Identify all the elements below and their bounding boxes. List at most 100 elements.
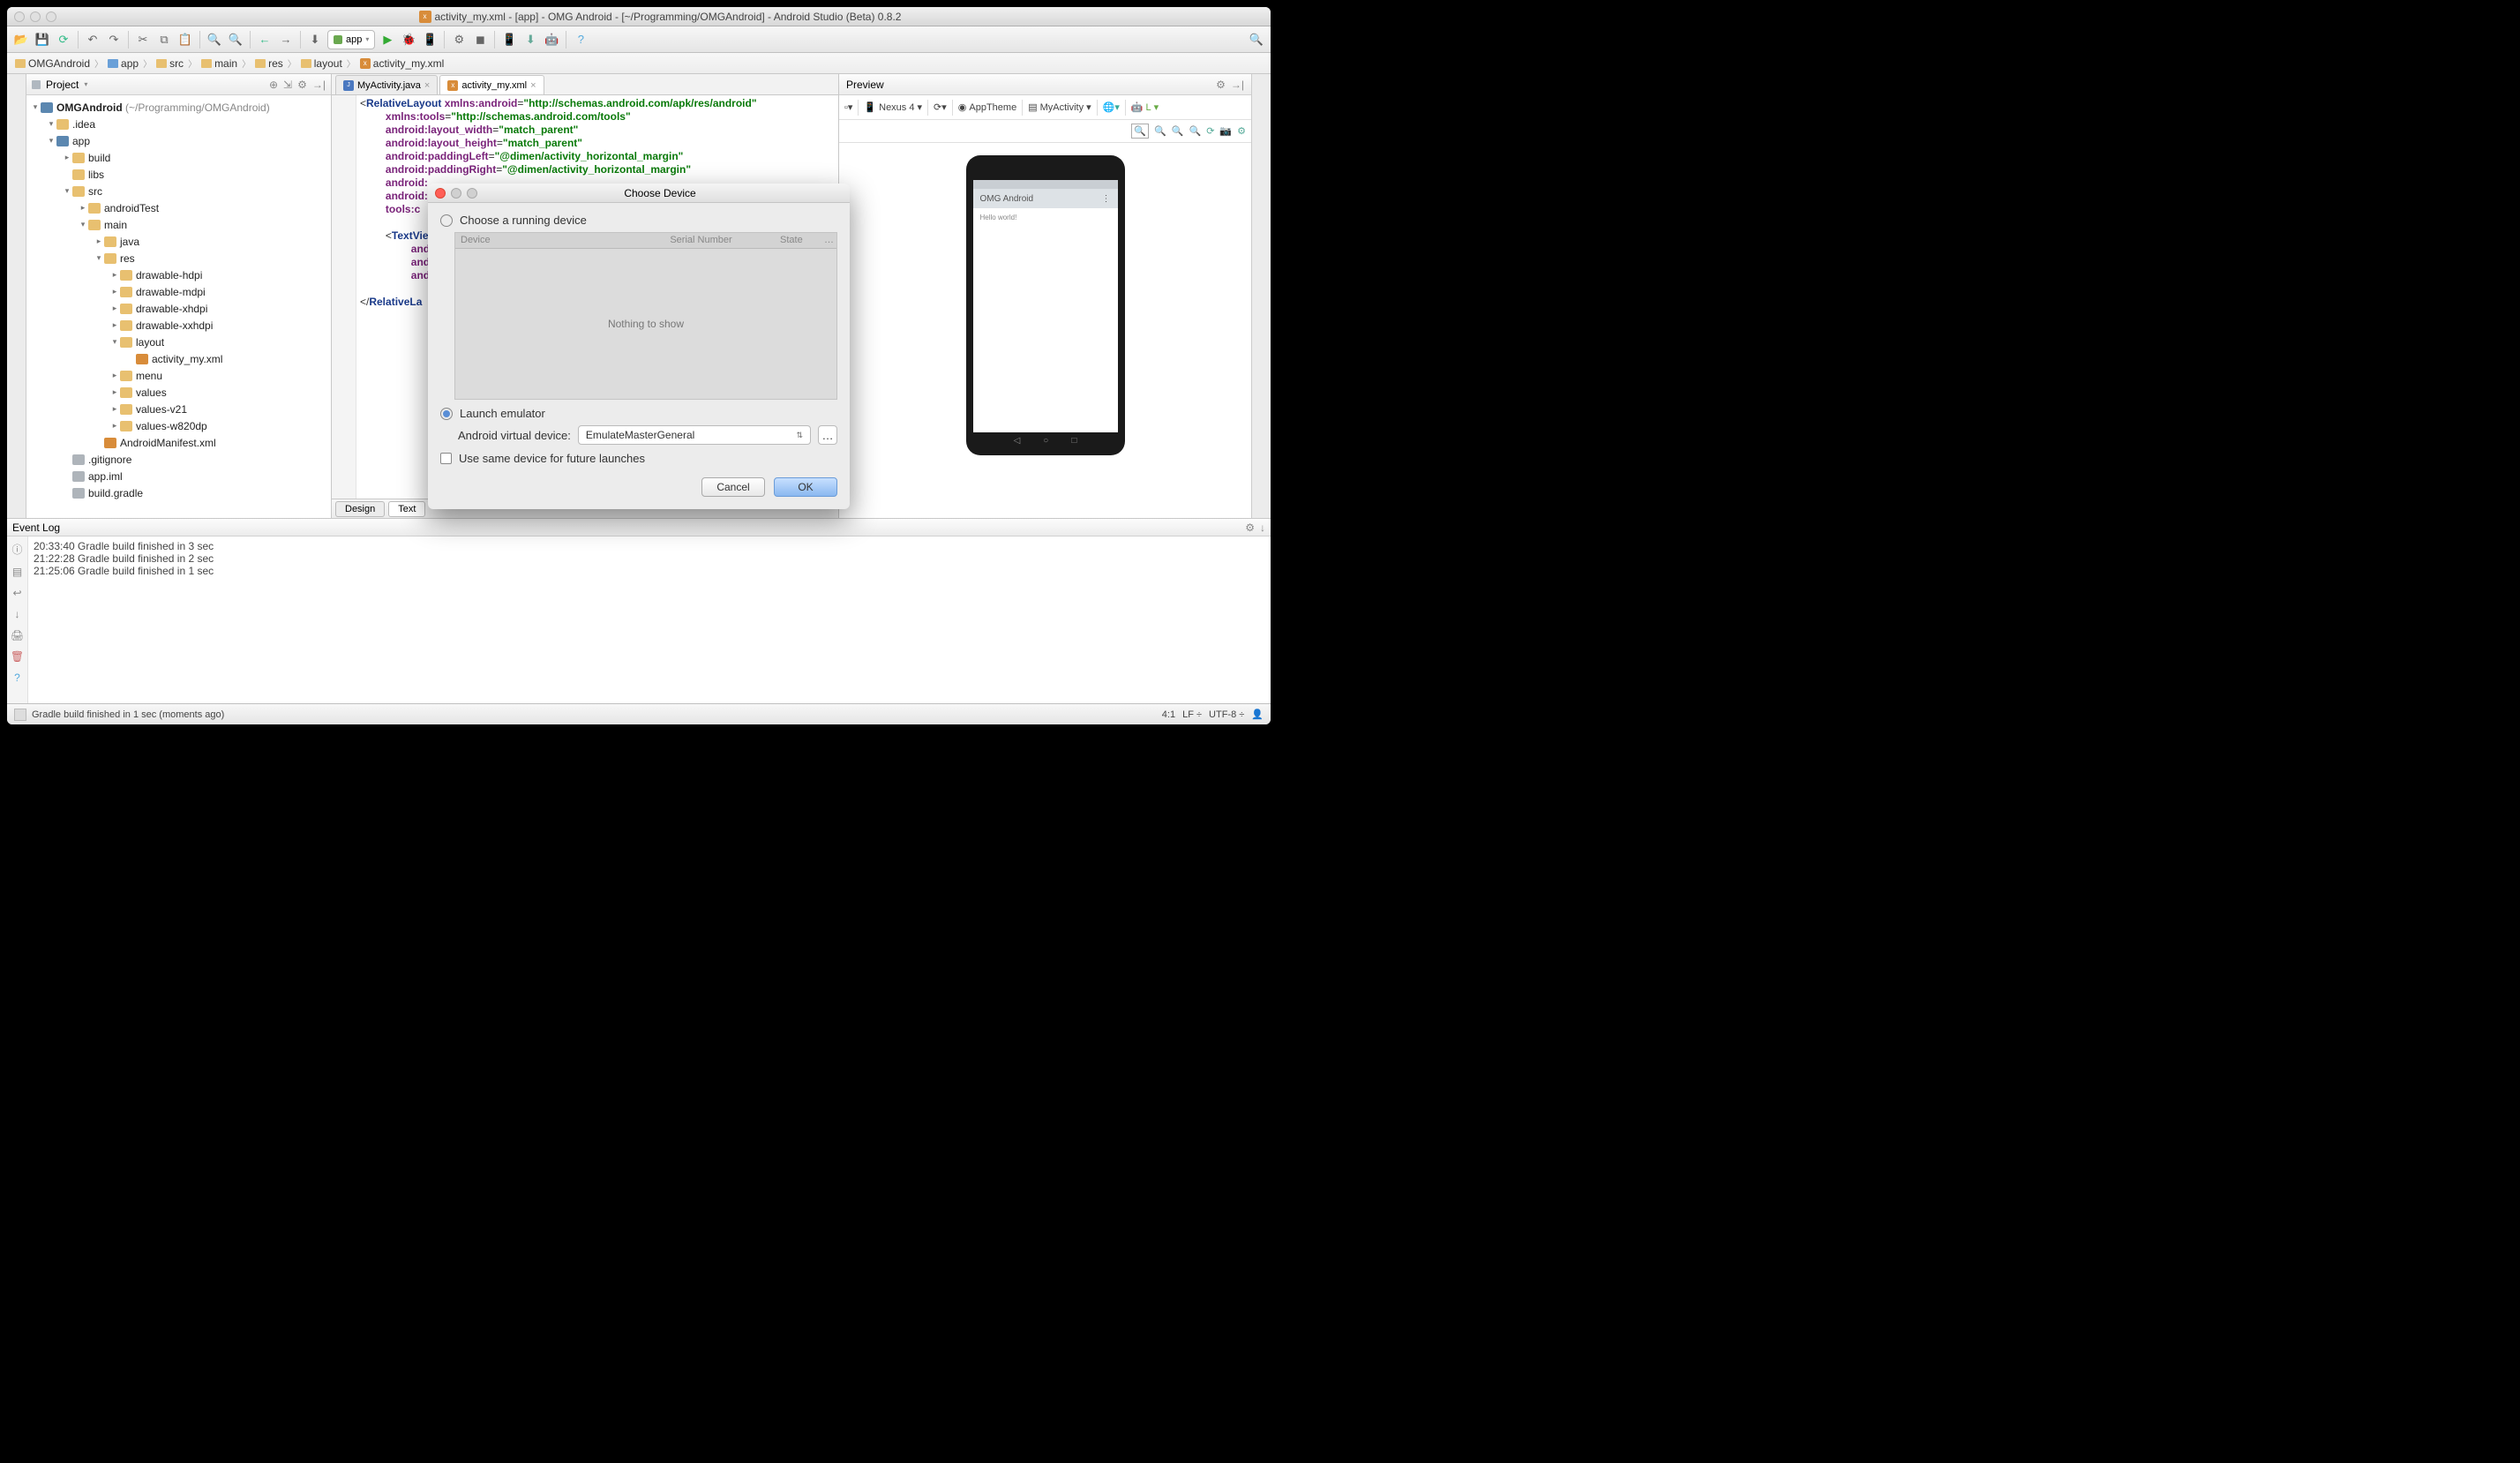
find-icon[interactable]: 🔍 (206, 31, 223, 49)
checkbox-icon[interactable] (440, 453, 452, 464)
sync-icon[interactable]: ⟳ (55, 31, 72, 49)
cancel-button[interactable]: Cancel (701, 477, 765, 497)
theme-selector[interactable]: ◉AppTheme (958, 101, 1016, 113)
render-config-icon[interactable]: ▫▾ (844, 101, 852, 113)
gear-icon[interactable]: ⚙ (297, 79, 307, 91)
tree-item[interactable]: libs (26, 166, 331, 183)
project-tree[interactable]: ▾ OMGAndroid (~/Programming/OMGAndroid) … (26, 95, 331, 518)
tree-item[interactable]: .gitignore (26, 451, 331, 468)
run-config-selector[interactable]: app ▾ (327, 30, 375, 49)
gear-icon[interactable]: ⚙ (1216, 79, 1226, 91)
breadcrumb-item[interactable]: src (154, 57, 186, 70)
tree-item[interactable]: ▸values (26, 384, 331, 401)
radio-icon[interactable] (440, 214, 453, 227)
scroll-icon[interactable]: ↓ (15, 608, 20, 620)
log-text[interactable]: 20:33:40 Gradle build finished in 3 sec … (28, 536, 1271, 703)
dialog-close-icon[interactable] (435, 188, 446, 199)
tree-item[interactable]: ▾.idea (26, 116, 331, 132)
tree-item[interactable]: ▸androidTest (26, 199, 331, 216)
tree-item[interactable]: build.gradle (26, 484, 331, 501)
breadcrumb-item[interactable]: OMGAndroid (12, 57, 93, 70)
dropdown-arrow-icon[interactable]: ▾ (84, 80, 87, 88)
tree-item[interactable]: ▸drawable-xxhdpi (26, 317, 331, 334)
hide-icon[interactable]: ↓ (1260, 521, 1265, 534)
close-tab-icon[interactable]: × (424, 80, 430, 91)
print-icon[interactable]: 🖨 (11, 629, 24, 641)
tree-item[interactable]: ▸drawable-hdpi (26, 266, 331, 283)
design-tab[interactable]: Design (335, 501, 385, 517)
tree-item[interactable]: ▸values-w820dp (26, 417, 331, 434)
tree-item[interactable]: app.iml (26, 468, 331, 484)
avd-select[interactable]: EmulateMasterGeneral ⇅ (578, 425, 811, 445)
sdk-manager-icon[interactable]: ⬇ (521, 31, 539, 49)
tree-item[interactable]: ▸java (26, 233, 331, 250)
breadcrumb-item[interactable]: xactivity_my.xml (357, 57, 446, 70)
tree-item[interactable]: ▸menu (26, 367, 331, 384)
activity-selector[interactable]: ▤MyActivity▾ (1028, 101, 1091, 113)
zoom-actual-icon[interactable]: 🔍 (1154, 125, 1166, 137)
tree-item[interactable]: ▾layout (26, 334, 331, 350)
filter-icon[interactable]: ▤ (12, 566, 22, 578)
tree-item[interactable]: ▸values-v21 (26, 401, 331, 417)
tree-item[interactable]: ▾app (26, 132, 331, 149)
android-monitor-icon[interactable]: 🤖 (543, 31, 560, 49)
zoom-out-icon[interactable]: 🔍 (1189, 125, 1202, 137)
info-icon[interactable]: ⓘ (11, 542, 22, 557)
back-icon[interactable]: ← (256, 31, 274, 49)
zoom-window-icon[interactable] (46, 11, 56, 22)
locale-selector[interactable]: 🌐▾ (1103, 101, 1120, 113)
replace-icon[interactable]: 🔍 (227, 31, 244, 49)
orientation-icon[interactable]: ⟳▾ (934, 101, 947, 113)
stop-icon[interactable]: ◼ (471, 31, 489, 49)
ok-button[interactable]: OK (774, 477, 837, 497)
debug-icon[interactable]: 🐞 (400, 31, 417, 49)
tree-root[interactable]: ▾ OMGAndroid (~/Programming/OMGAndroid) (26, 99, 331, 116)
paste-icon[interactable]: 📋 (176, 31, 194, 49)
device-selector[interactable]: 📱Nexus 4▾ (864, 101, 922, 113)
tree-item[interactable]: activity_my.xml (26, 350, 331, 367)
attach-debugger-icon[interactable]: ⚙ (450, 31, 468, 49)
tree-item[interactable]: ▸drawable-mdpi (26, 283, 331, 300)
device-icon[interactable]: 📱 (421, 31, 439, 49)
make-icon[interactable]: ⬇ (306, 31, 324, 49)
tree-item[interactable]: AndroidManifest.xml (26, 434, 331, 451)
launch-emulator-radio[interactable]: Launch emulator (440, 407, 837, 420)
cursor-position[interactable]: 4:1 (1162, 709, 1175, 720)
wrap-icon[interactable]: ↩ (12, 587, 21, 599)
settings-icon[interactable]: ⚙ (1237, 125, 1246, 137)
radio-icon[interactable] (440, 408, 453, 420)
text-tab[interactable]: Text (388, 501, 425, 517)
search-everywhere-icon[interactable]: 🔍 (1248, 31, 1265, 49)
hide-icon[interactable]: →| (312, 79, 326, 91)
scroll-from-source-icon[interactable]: ⊕ (269, 79, 278, 91)
remember-checkbox-row[interactable]: Use same device for future launches (440, 452, 837, 465)
breadcrumb-item[interactable]: layout (298, 57, 345, 70)
breadcrumb-item[interactable]: app (105, 57, 141, 70)
refresh-icon[interactable]: ⟳ (1206, 125, 1214, 137)
line-separator[interactable]: LF ÷ (1182, 709, 1202, 720)
minimize-window-icon[interactable] (30, 11, 41, 22)
help2-icon[interactable]: ? (14, 671, 20, 684)
inspection-icon[interactable]: 👤 (1251, 709, 1264, 720)
breadcrumb-item[interactable]: res (252, 57, 286, 70)
close-window-icon[interactable] (14, 11, 25, 22)
choose-running-radio[interactable]: Choose a running device (440, 214, 837, 227)
zoom-in-icon[interactable]: 🔍 (1172, 125, 1184, 137)
run-icon[interactable]: ▶ (379, 31, 396, 49)
avd-more-button[interactable]: … (818, 425, 837, 445)
copy-icon[interactable]: ⧉ (155, 31, 173, 49)
screenshot-icon[interactable]: 📷 (1219, 125, 1232, 137)
tree-item[interactable]: ▾main (26, 216, 331, 233)
breadcrumb-item[interactable]: main (199, 57, 240, 70)
help-icon[interactable]: ? (572, 31, 589, 49)
editor-tab-myactivity[interactable]: J MyActivity.java × (335, 75, 438, 94)
api-selector[interactable]: 🤖L▾ (1131, 101, 1159, 113)
gear-icon[interactable]: ⚙ (1245, 521, 1255, 534)
editor-tab-activity-xml[interactable]: x activity_my.xml × (439, 75, 544, 94)
avd-manager-icon[interactable]: 📱 (500, 31, 518, 49)
redo-icon[interactable]: ↷ (105, 31, 123, 49)
forward-icon[interactable]: → (277, 31, 295, 49)
tree-item[interactable]: ▾res (26, 250, 331, 266)
open-file-icon[interactable]: 📂 (12, 31, 30, 49)
encoding[interactable]: UTF-8 ÷ (1209, 709, 1244, 720)
